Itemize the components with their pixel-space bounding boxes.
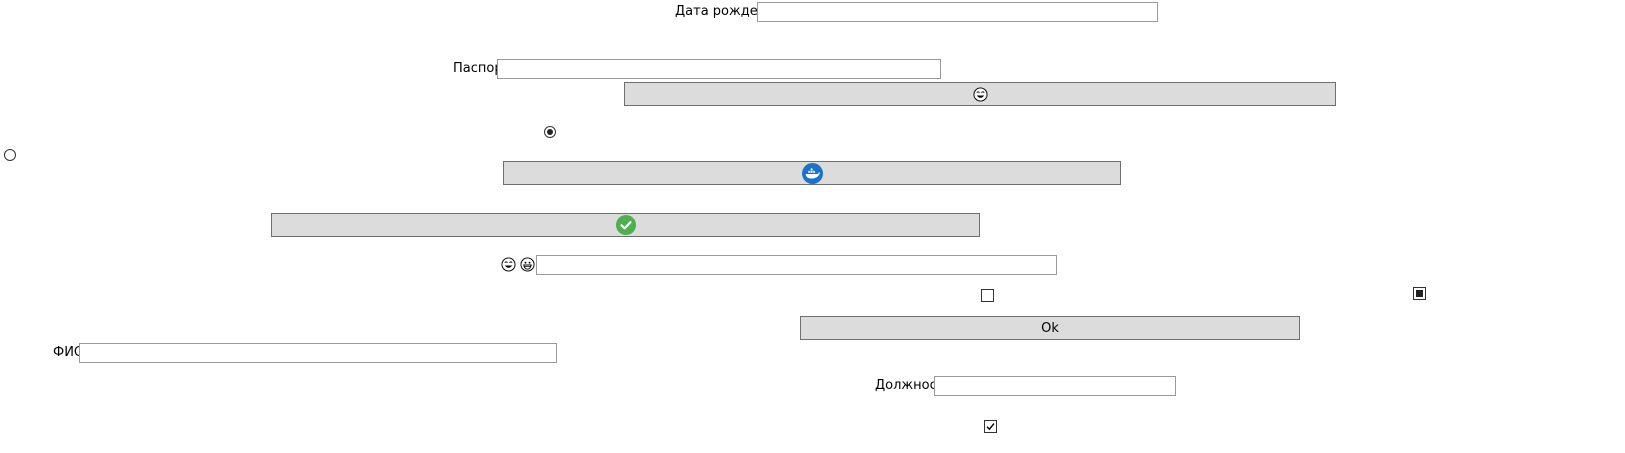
whale-icon [801,162,823,184]
laughing-face-icon [501,257,516,272]
fio-field[interactable] [79,343,557,363]
grinning-face-icon [520,257,535,272]
radio-button-selected[interactable] [544,126,556,138]
ok-button[interactable]: Ok [800,316,1300,340]
birth-date-field[interactable] [757,2,1158,22]
checkbox-unchecked[interactable] [981,289,994,302]
check-button[interactable] [271,213,980,237]
checkbox-indeterminate[interactable] [1413,287,1426,300]
checkbox-checked[interactable] [984,420,997,433]
laughing-face-icon [972,86,988,102]
radio-button[interactable] [4,149,16,161]
position-field[interactable] [934,376,1176,396]
check-circle-icon [615,215,636,235]
emoji-button[interactable] [624,82,1336,106]
checkmark-icon [986,423,995,431]
passport-field[interactable] [497,59,941,79]
emoji-text-field[interactable] [536,255,1057,275]
whale-button[interactable] [503,161,1121,185]
